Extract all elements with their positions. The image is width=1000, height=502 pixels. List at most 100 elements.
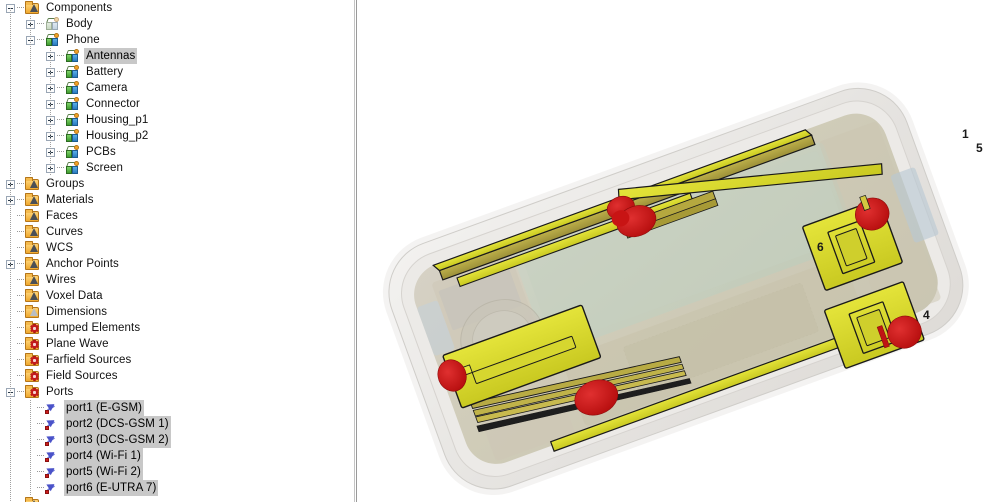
folder-icon xyxy=(25,241,41,255)
tree-item-label: Materials xyxy=(46,194,94,206)
tree-item-label: Camera xyxy=(86,82,128,94)
phone-3d-model[interactable]: 1 5 6 4 2 3 xyxy=(357,0,1000,502)
tree-connector xyxy=(57,96,65,112)
tree-item-faces[interactable]: Faces xyxy=(0,208,356,224)
tree-toggle-spacer xyxy=(26,432,37,448)
expand-icon[interactable] xyxy=(46,83,55,93)
tree-item-anchor-points[interactable]: Anchor Points xyxy=(0,256,356,272)
component-cube-icon xyxy=(65,81,81,95)
tree-toggle-spacer xyxy=(6,336,17,352)
tree-item-label: Lumped Elements xyxy=(46,322,141,334)
tree-item-port5-wi-fi-2[interactable]: port5 (Wi-Fi 2) xyxy=(0,464,356,480)
tree-item-port2-dcs-gsm-1[interactable]: port2 (DCS-GSM 1) xyxy=(0,416,356,432)
tree-connector xyxy=(17,176,25,192)
tree-item-label: Anchor Points xyxy=(46,258,119,270)
expand-icon[interactable] xyxy=(6,259,15,269)
tree-connector xyxy=(37,400,45,416)
tree-item-port4-wi-fi-1[interactable]: port4 (Wi-Fi 1) xyxy=(0,448,356,464)
tree-item-materials[interactable]: Materials xyxy=(0,192,356,208)
tree-item-components[interactable]: Components xyxy=(0,0,356,16)
expand-icon[interactable] xyxy=(46,131,55,141)
model-3d-view-panel[interactable]: 1 5 6 4 2 3 xyxy=(357,0,1000,502)
application-window: Components Body Phone Antennas Battery Camera… xyxy=(0,0,1000,502)
tree-item-phone[interactable]: Phone xyxy=(0,32,356,48)
tree-connector xyxy=(37,464,45,480)
tree-item-body[interactable]: Body xyxy=(0,16,356,32)
expand-icon[interactable] xyxy=(46,115,55,125)
tree-item-housing-p1[interactable]: Housing_p1 xyxy=(0,112,356,128)
tree-connector xyxy=(57,112,65,128)
tree-item-ports[interactable]: Ports xyxy=(0,384,356,400)
tree-item-antennas[interactable]: Antennas xyxy=(0,48,356,64)
tree-item-label: port4 (Wi-Fi 1) xyxy=(64,448,143,464)
expand-icon[interactable] xyxy=(46,163,55,173)
tree-item-wcs[interactable]: WCS xyxy=(0,240,356,256)
tree-item-connector[interactable]: Connector xyxy=(0,96,356,112)
tree-toggle-spacer xyxy=(6,320,17,336)
tree-item-label: Housing_p2 xyxy=(86,130,149,142)
tree-item-label: Components xyxy=(46,2,113,14)
tree-toggle-spacer xyxy=(6,240,17,256)
tree-toggle-spacer xyxy=(26,400,37,416)
tree-item-farfield-sources[interactable]: Farfield Sources xyxy=(0,352,356,368)
tree-item-plane-wave[interactable]: Plane Wave xyxy=(0,336,356,352)
tree-item-screen[interactable]: Screen xyxy=(0,160,356,176)
tree-item-label: Screen xyxy=(86,162,124,174)
phone-assembly xyxy=(382,82,969,496)
tree-item-label: WCS xyxy=(46,242,74,254)
tree-item-item-31[interactable] xyxy=(0,496,356,502)
tree-item-port3-dcs-gsm-2[interactable]: port3 (DCS-GSM 2) xyxy=(0,432,356,448)
tree-item-label: Faces xyxy=(46,210,78,222)
tree-item-label: Plane Wave xyxy=(46,338,109,350)
tree-toggle-spacer xyxy=(6,496,17,502)
tree-item-wires[interactable]: Wires xyxy=(0,272,356,288)
expand-icon[interactable] xyxy=(46,147,55,157)
tree-toggle-spacer xyxy=(6,272,17,288)
tree-item-port1-e-gsm[interactable]: port1 (E-GSM) xyxy=(0,400,356,416)
expand-icon[interactable] xyxy=(6,195,15,205)
expand-icon[interactable] xyxy=(26,19,35,29)
expand-icon[interactable] xyxy=(46,67,55,77)
tree-item-field-sources[interactable]: Field Sources xyxy=(0,368,356,384)
port-icon xyxy=(45,400,61,415)
tree-toggle-spacer xyxy=(6,304,17,320)
tree-item-label: port2 (DCS-GSM 1) xyxy=(64,416,171,432)
tree-item-groups[interactable]: Groups xyxy=(0,176,356,192)
tree-item-battery[interactable]: Battery xyxy=(0,64,356,80)
expand-icon[interactable] xyxy=(46,51,55,61)
tree-item-camera[interactable]: Camera xyxy=(0,80,356,96)
tree-item-curves[interactable]: Curves xyxy=(0,224,356,240)
tree-toggle-spacer xyxy=(6,352,17,368)
component-cube-icon xyxy=(65,97,81,111)
source-folder-icon xyxy=(25,353,41,367)
tree-item-label: Curves xyxy=(46,226,84,238)
tree-connector xyxy=(57,80,65,96)
collapse-icon[interactable] xyxy=(6,387,15,397)
collapse-icon[interactable] xyxy=(26,35,35,45)
source-folder-icon xyxy=(25,321,41,335)
tree-scroll-area[interactable]: Components Body Phone Antennas Battery Camera… xyxy=(0,0,356,502)
tree-vertical-scrollbar[interactable] xyxy=(354,0,356,502)
collapse-icon[interactable] xyxy=(6,3,15,13)
expand-icon[interactable] xyxy=(46,99,55,109)
tree-item-housing-p2[interactable]: Housing_p2 xyxy=(0,128,356,144)
tree-item-pcbs[interactable]: PCBs xyxy=(0,144,356,160)
source-folder-icon xyxy=(25,385,41,399)
tree-item-dimensions[interactable]: Dimensions xyxy=(0,304,356,320)
tree-item-label: Dimensions xyxy=(46,306,108,318)
tree-item-port6-e-utra-7[interactable]: port6 (E-UTRA 7) xyxy=(0,480,356,496)
expand-icon[interactable] xyxy=(6,179,15,189)
tree-toggle-spacer xyxy=(26,464,37,480)
tree-item-lumped-elements[interactable]: Lumped Elements xyxy=(0,320,356,336)
tree-item-voxel-data[interactable]: Voxel Data xyxy=(0,288,356,304)
port-icon xyxy=(45,480,61,495)
